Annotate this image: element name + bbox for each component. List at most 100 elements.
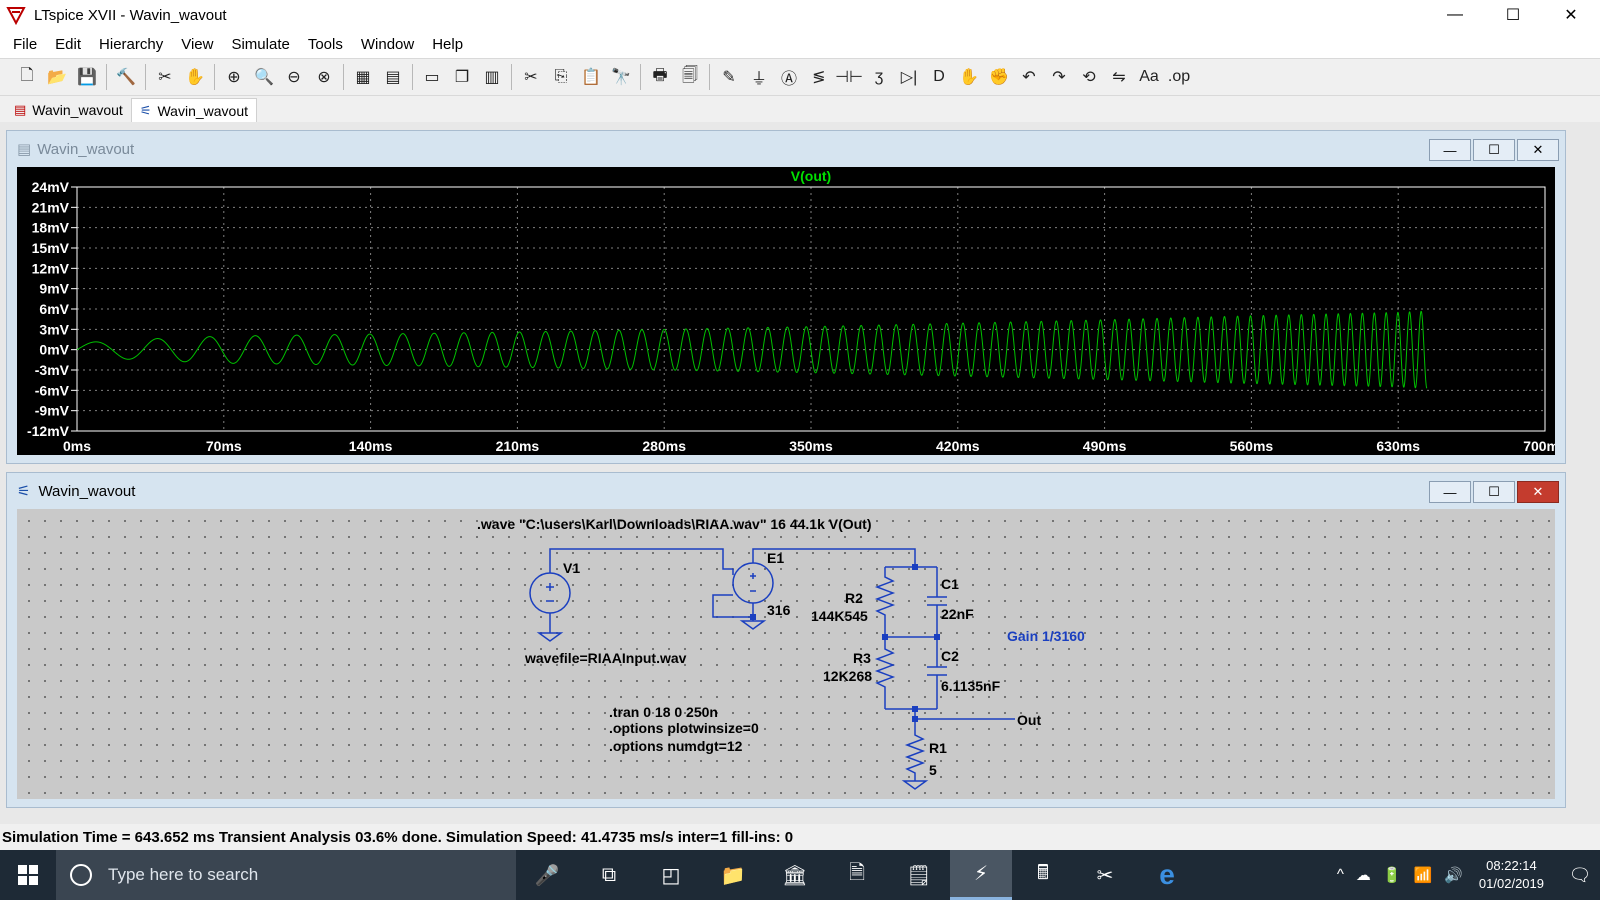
tile-vertical-icon[interactable]: ▥ bbox=[477, 62, 507, 92]
zoom-area-icon[interactable]: 🔍 bbox=[249, 62, 279, 92]
r2-value[interactable]: 144K545 bbox=[811, 608, 868, 624]
gain-comment[interactable]: Gain 1/3160 bbox=[1007, 628, 1085, 644]
tab-waveform[interactable]: ▤ Wavin_wavout bbox=[6, 98, 131, 122]
document-icon[interactable]: 🗎 bbox=[826, 850, 888, 900]
component-icon[interactable]: D bbox=[924, 62, 954, 92]
rotate-icon[interactable]: ⟲ bbox=[1074, 62, 1104, 92]
inductor-icon[interactable]: ʒ bbox=[864, 62, 894, 92]
print-preview-icon[interactable]: 🗐 bbox=[675, 62, 705, 92]
file-explorer-icon[interactable]: 📁 bbox=[702, 850, 764, 900]
control-panel-icon[interactable]: 🔨 bbox=[111, 62, 141, 92]
c1-value[interactable]: 22nF bbox=[941, 606, 974, 622]
find-icon[interactable]: 🔭 bbox=[606, 62, 636, 92]
zoom-out-icon[interactable]: ⊖ bbox=[279, 62, 309, 92]
e1-source-symbol[interactable] bbox=[732, 562, 774, 604]
ground-icon[interactable]: ⏚ bbox=[744, 62, 774, 92]
menu-help[interactable]: Help bbox=[423, 36, 472, 53]
zoom-cancel-icon[interactable]: ⊗ bbox=[309, 62, 339, 92]
v1-source-symbol[interactable] bbox=[529, 572, 571, 614]
move-icon[interactable]: ✋ bbox=[954, 62, 984, 92]
outlook-icon[interactable]: ◰ bbox=[640, 850, 702, 900]
calculator-icon[interactable]: 🖩 bbox=[1012, 850, 1074, 900]
bank-icon[interactable]: 🏛 bbox=[764, 850, 826, 900]
r3-value[interactable]: 12K268 bbox=[823, 668, 872, 684]
schematic-close-button[interactable]: ✕ bbox=[1517, 481, 1559, 503]
resistor-icon[interactable]: ≶ bbox=[804, 62, 834, 92]
c2-label[interactable]: C2 bbox=[941, 648, 959, 664]
undo-icon[interactable]: ↶ bbox=[1014, 62, 1044, 92]
battery-icon[interactable]: 🔋 bbox=[1383, 866, 1402, 884]
open-icon[interactable]: 📂 bbox=[42, 62, 72, 92]
menu-hierarchy[interactable]: Hierarchy bbox=[90, 36, 172, 53]
save-icon[interactable]: 💾 bbox=[72, 62, 102, 92]
text-icon[interactable]: Aa bbox=[1134, 62, 1164, 92]
waveform-plot[interactable]: 24mV 21mV 18mV 15mV 12mV 9mV 6mV 3mV 0mV -3mV -6mV… bbox=[17, 167, 1567, 455]
menu-simulate[interactable]: Simulate bbox=[222, 36, 298, 53]
diode-icon[interactable]: ▷| bbox=[894, 62, 924, 92]
mirror-icon[interactable]: ⇋ bbox=[1104, 62, 1134, 92]
wave-directive[interactable]: .wave "C:\users\Karl\Downloads\RIAA.wav"… bbox=[477, 516, 872, 532]
new-icon[interactable]: 🗋 bbox=[12, 62, 42, 92]
run-icon[interactable]: ✂ bbox=[150, 62, 180, 92]
r1-label[interactable]: R1 bbox=[929, 740, 947, 756]
menu-view[interactable]: View bbox=[172, 36, 222, 53]
copy-icon[interactable]: ⎘ bbox=[546, 62, 576, 92]
minimize-button[interactable]: — bbox=[1426, 0, 1484, 30]
schematic-maximize-button[interactable]: ☐ bbox=[1473, 481, 1515, 503]
task-view-icon[interactable]: ⧉ bbox=[578, 850, 640, 900]
taskbar-search-box[interactable]: Type here to search bbox=[56, 850, 516, 900]
tab-schematic[interactable]: ⚟ Wavin_wavout bbox=[130, 98, 258, 122]
menu-tools[interactable]: Tools bbox=[299, 36, 352, 53]
snipping-icon[interactable]: ✂ bbox=[1074, 850, 1136, 900]
spice-directive-icon[interactable]: .op bbox=[1164, 62, 1194, 92]
tile-horizontal-icon[interactable]: ▭ bbox=[417, 62, 447, 92]
notes-icon[interactable]: 🗒 bbox=[888, 850, 950, 900]
redo-icon[interactable]: ↷ bbox=[1044, 62, 1074, 92]
waveform-minimize-button[interactable]: — bbox=[1429, 139, 1471, 161]
menu-file[interactable]: File bbox=[4, 36, 46, 53]
paste-icon[interactable]: 📋 bbox=[576, 62, 606, 92]
mic-icon[interactable]: 🎤 bbox=[516, 850, 578, 900]
schematic-minimize-button[interactable]: — bbox=[1429, 481, 1471, 503]
waveform-maximize-button[interactable]: ☐ bbox=[1473, 139, 1515, 161]
action-center-icon[interactable]: 🗨 bbox=[1560, 850, 1600, 900]
c2-value[interactable]: 6.1135nF bbox=[941, 678, 1001, 694]
grid-icon[interactable]: ▤ bbox=[378, 62, 408, 92]
v1-label[interactable]: V1 bbox=[563, 560, 580, 576]
ltspice-icon[interactable]: ⚡ bbox=[950, 850, 1012, 900]
waveform-close-button[interactable]: ✕ bbox=[1517, 139, 1559, 161]
out-net-label[interactable]: Out bbox=[1017, 712, 1041, 728]
start-button[interactable] bbox=[0, 850, 56, 900]
options-numdgt-directive[interactable]: .options numdgt=12 bbox=[609, 738, 743, 754]
edge-icon[interactable]: e bbox=[1136, 850, 1198, 900]
clock[interactable]: 08:22:14 01/02/2019 bbox=[1479, 857, 1544, 893]
c1-label[interactable]: C1 bbox=[941, 576, 959, 592]
r1-value[interactable]: 5 bbox=[929, 762, 937, 778]
close-button[interactable]: ✕ bbox=[1542, 0, 1600, 30]
label-icon[interactable]: Ⓐ bbox=[774, 62, 804, 92]
capacitor-icon[interactable]: ⊣⊢ bbox=[834, 62, 864, 92]
cut-icon[interactable]: ✂ bbox=[516, 62, 546, 92]
schematic-canvas[interactable]: .wave "C:\users\Karl\Downloads\RIAA.wav"… bbox=[17, 509, 1555, 799]
wifi-icon[interactable]: 📶 bbox=[1414, 866, 1433, 884]
r2-label[interactable]: R2 bbox=[845, 590, 863, 606]
onedrive-icon[interactable]: ☁ bbox=[1356, 866, 1371, 884]
e1-label[interactable]: E1 bbox=[767, 550, 784, 566]
show-hidden-icons-icon[interactable]: ^ bbox=[1337, 866, 1344, 884]
zoom-in-icon[interactable]: ⊕ bbox=[219, 62, 249, 92]
drag-icon[interactable]: ✊ bbox=[984, 62, 1014, 92]
menu-window[interactable]: Window bbox=[352, 36, 423, 53]
maximize-button[interactable]: ☐ bbox=[1484, 0, 1542, 30]
menu-edit[interactable]: Edit bbox=[46, 36, 90, 53]
pan-hand-icon[interactable]: ✋ bbox=[180, 62, 210, 92]
v1-value[interactable]: wavefile=RIAAInput.wav bbox=[524, 650, 687, 666]
e1-value[interactable]: 316 bbox=[767, 602, 791, 618]
tran-directive[interactable]: .tran 0 18 0 250n bbox=[609, 704, 718, 720]
options-plotwinsize-directive[interactable]: .options plotwinsize=0 bbox=[609, 720, 759, 736]
wire-icon[interactable]: ✎ bbox=[714, 62, 744, 92]
cascade-icon[interactable]: ❐ bbox=[447, 62, 477, 92]
autorange-icon[interactable]: ▦ bbox=[348, 62, 378, 92]
r3-label[interactable]: R3 bbox=[853, 650, 871, 666]
print-icon[interactable]: 🖶 bbox=[645, 62, 675, 92]
volume-icon[interactable]: 🔊 bbox=[1444, 866, 1463, 884]
